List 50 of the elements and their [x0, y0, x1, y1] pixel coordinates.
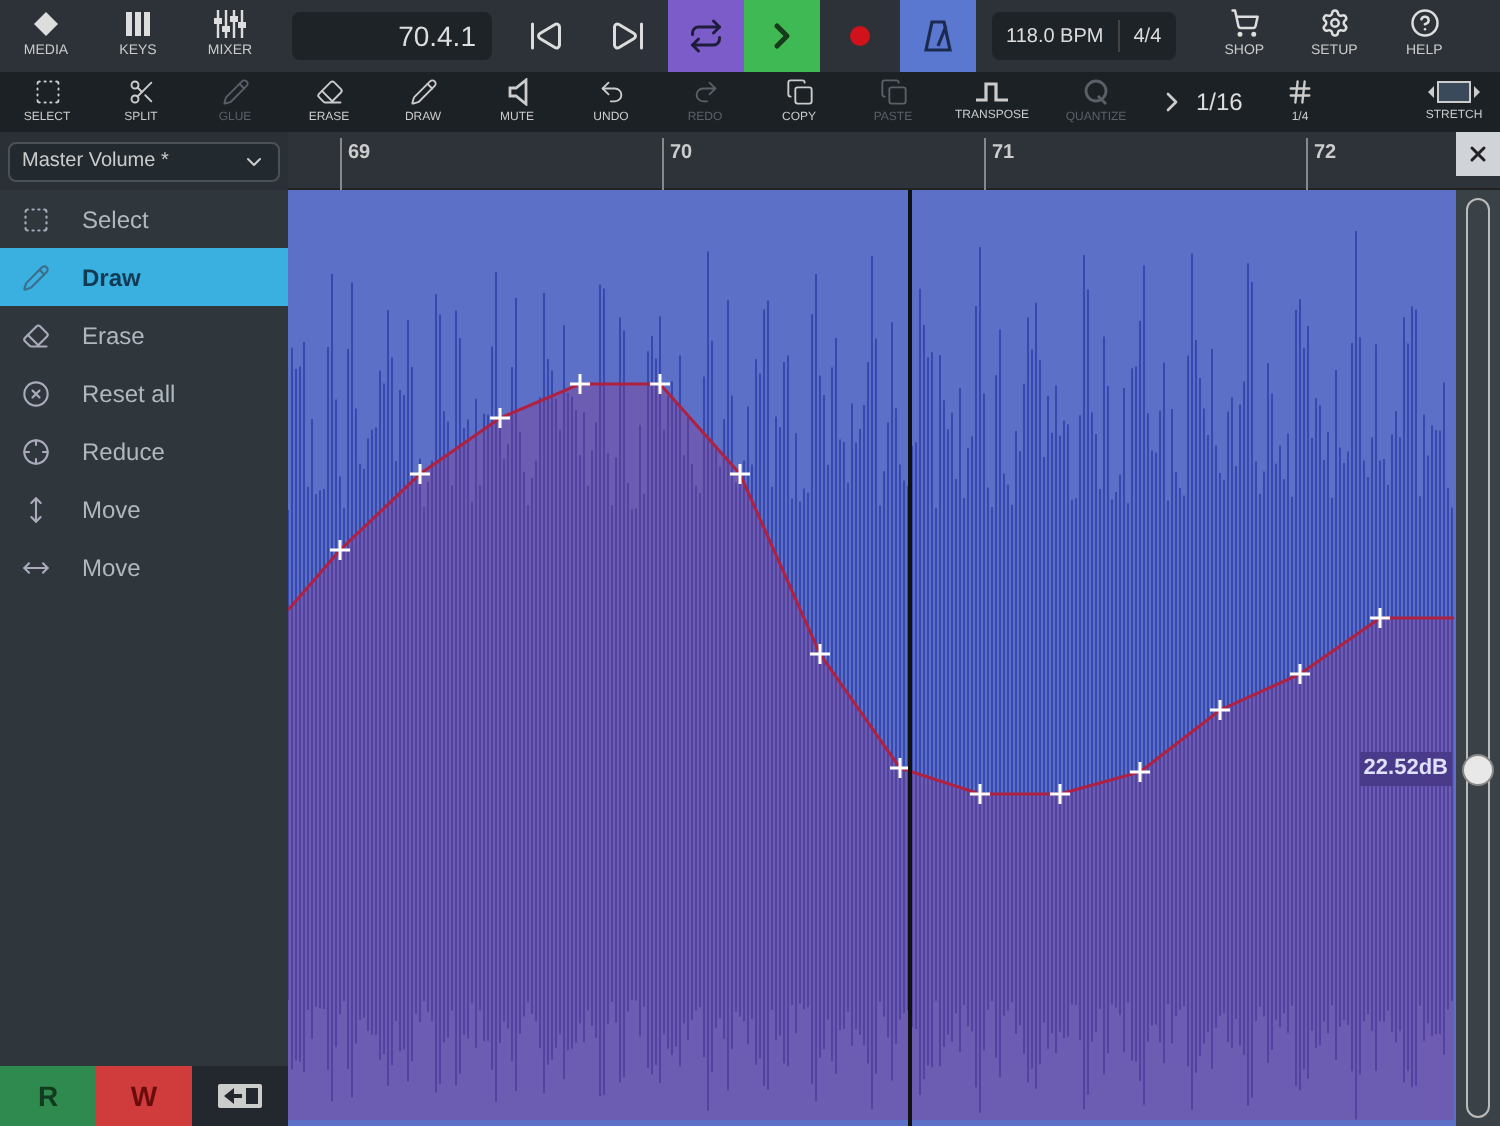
pencil-icon [22, 263, 50, 291]
step-wave-icon [976, 79, 1008, 103]
close-button[interactable] [1456, 132, 1500, 176]
close-icon [1466, 142, 1490, 166]
metronome-button[interactable] [900, 0, 976, 72]
skip-back-icon [527, 18, 563, 54]
metronome-icon [924, 20, 952, 52]
crosshair-icon [22, 437, 50, 465]
tempo-display: 118.0 BPM [1004, 23, 1106, 51]
sidebar-item[interactable]: Reset all [0, 364, 288, 422]
loop-icon [688, 18, 724, 54]
dropdown-value: Master Volume * [22, 148, 169, 176]
back-button[interactable] [192, 1066, 288, 1126]
sidebar-item[interactable]: Move [0, 480, 288, 538]
scissors-icon [127, 77, 155, 105]
sidebar-item[interactable]: Move [0, 538, 288, 596]
copy-icon [785, 77, 813, 105]
help-icon [1409, 8, 1440, 39]
position-display: 70.4.1 [292, 12, 492, 60]
undo-icon [597, 77, 625, 105]
time-signature: 4/4 [1131, 23, 1164, 51]
cart-icon [1229, 8, 1260, 39]
quantize-value: 1/16 [1196, 86, 1243, 120]
paste-icon [879, 77, 907, 105]
speaker-icon [507, 77, 527, 105]
sliders-icon [214, 9, 246, 38]
settings-icon [1319, 8, 1350, 39]
grid-icon [1286, 77, 1314, 105]
play-button[interactable] [744, 0, 820, 72]
selection-rectangle-icon [22, 205, 50, 233]
skip-forward-icon [609, 18, 645, 54]
parameter-dropdown[interactable]: Master Volume * [8, 141, 280, 181]
diamond-icon [32, 9, 60, 38]
fader-knob[interactable] [1462, 754, 1494, 786]
quantize-value-button[interactable]: 1/16 [1156, 84, 1252, 120]
pencil-icon [409, 77, 437, 105]
stretch-icon [1428, 79, 1480, 103]
piano-keys-icon [124, 9, 152, 38]
sidebar-item[interactable]: Select [0, 190, 288, 248]
loop-button[interactable] [668, 0, 744, 72]
reset-circle-icon [22, 379, 50, 407]
sidebar-item[interactable]: Erase [0, 306, 288, 364]
sidebar-item[interactable]: Draw [0, 248, 288, 306]
eraser-icon [315, 77, 343, 105]
redo-icon [691, 77, 719, 105]
volume-reading: 22.52dB [1359, 752, 1452, 785]
selection-rectangle-icon [33, 77, 61, 105]
eraser-icon [22, 321, 50, 349]
q-icon [1082, 77, 1110, 105]
sidebar-item[interactable]: Reduce [0, 422, 288, 480]
